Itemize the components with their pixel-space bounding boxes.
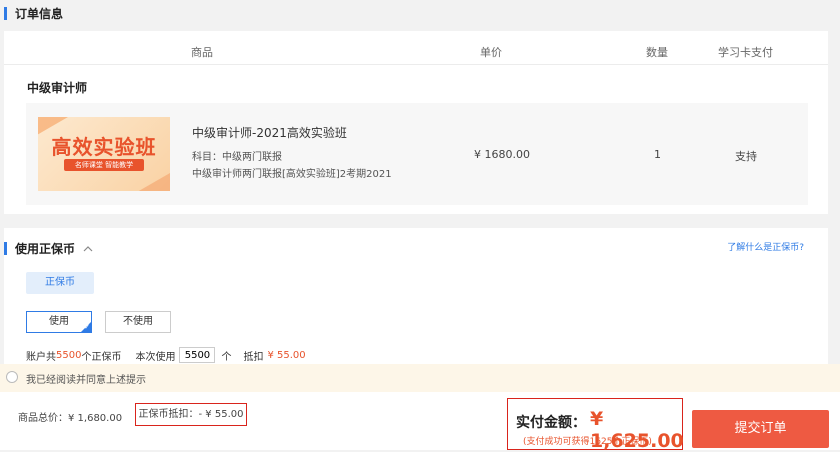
- coin-section-title-text: 使用正保币: [15, 242, 76, 256]
- pay-note: (支付成功可获得1625个正保币): [523, 437, 652, 447]
- product-name[interactable]: 中级审计师-2021高效实验班: [192, 124, 347, 141]
- category-title: 中级审计师: [27, 81, 88, 95]
- pay-label: 实付金额：: [516, 415, 586, 431]
- coin-amount-input[interactable]: [179, 347, 216, 363]
- coin-deduction: 正保币抵扣：- ¥ 55.00: [135, 403, 247, 426]
- deduct-prefix: 抵扣: [243, 351, 264, 363]
- header-unit-price: 单价: [480, 46, 502, 59]
- account-prefix: 账户共: [26, 351, 56, 363]
- account-amount: 5500: [56, 349, 82, 361]
- product-quantity: 1: [654, 148, 661, 161]
- check-icon: ✓: [84, 323, 90, 331]
- total-price: 商品总价：¥ 1,680.00: [18, 413, 123, 424]
- header-product: 商品: [191, 46, 213, 59]
- thumb-tag: 名师课堂 智能教学: [64, 159, 144, 171]
- agree-radio[interactable]: [6, 371, 18, 383]
- use-suffix: 个: [221, 351, 232, 363]
- product-detail: 中级审计师两门联报[高效实验班]2考期2021: [192, 169, 392, 180]
- header-quantity: 数量: [646, 46, 668, 59]
- product-thumbnail[interactable]: 高效实验班 名师课堂 智能教学: [38, 117, 170, 191]
- use-coin-label: 使用: [49, 316, 69, 327]
- thumb-decoration: [134, 168, 170, 191]
- chevron-up-icon[interactable]: [83, 244, 93, 254]
- order-info-title-text: 订单信息: [15, 7, 64, 21]
- use-coin-option[interactable]: 使用 ✓: [26, 311, 92, 333]
- pay-amount-box: 实付金额： ¥ 1,625.00 (支付成功可获得1625个正保币): [507, 398, 684, 452]
- product-subject: 科目：中级两门联报: [192, 152, 282, 163]
- product-card-support: 支持: [735, 150, 757, 163]
- no-use-coin-label: 不使用: [123, 316, 153, 327]
- use-prefix: 本次使用: [135, 351, 176, 363]
- section-marker: [4, 7, 7, 20]
- no-use-coin-option[interactable]: 不使用: [105, 311, 171, 333]
- coin-account-line: 账户共 5500 个正保币 本次使用 个 抵扣 ¥ 55.00: [26, 347, 306, 363]
- header-card-pay: 学习卡支付: [718, 46, 773, 59]
- header-divider: [4, 64, 828, 65]
- deduct-amount: ¥ 55.00: [267, 349, 306, 361]
- order-info-title: 订单信息: [4, 5, 63, 22]
- product-price: ¥ 1680.00: [474, 148, 530, 161]
- coin-tab[interactable]: 正保币: [26, 272, 94, 294]
- account-suffix: 个正保币: [81, 351, 122, 363]
- coin-section-title[interactable]: 使用正保币: [4, 240, 93, 257]
- coin-help-link[interactable]: 了解什么是正保币?: [727, 240, 804, 253]
- section-marker: [4, 242, 7, 255]
- submit-order-button[interactable]: 提交订单: [692, 410, 829, 448]
- agree-text[interactable]: 我已经阅读并同意上述提示: [26, 371, 146, 386]
- thumb-title: 高效实验班: [51, 135, 157, 159]
